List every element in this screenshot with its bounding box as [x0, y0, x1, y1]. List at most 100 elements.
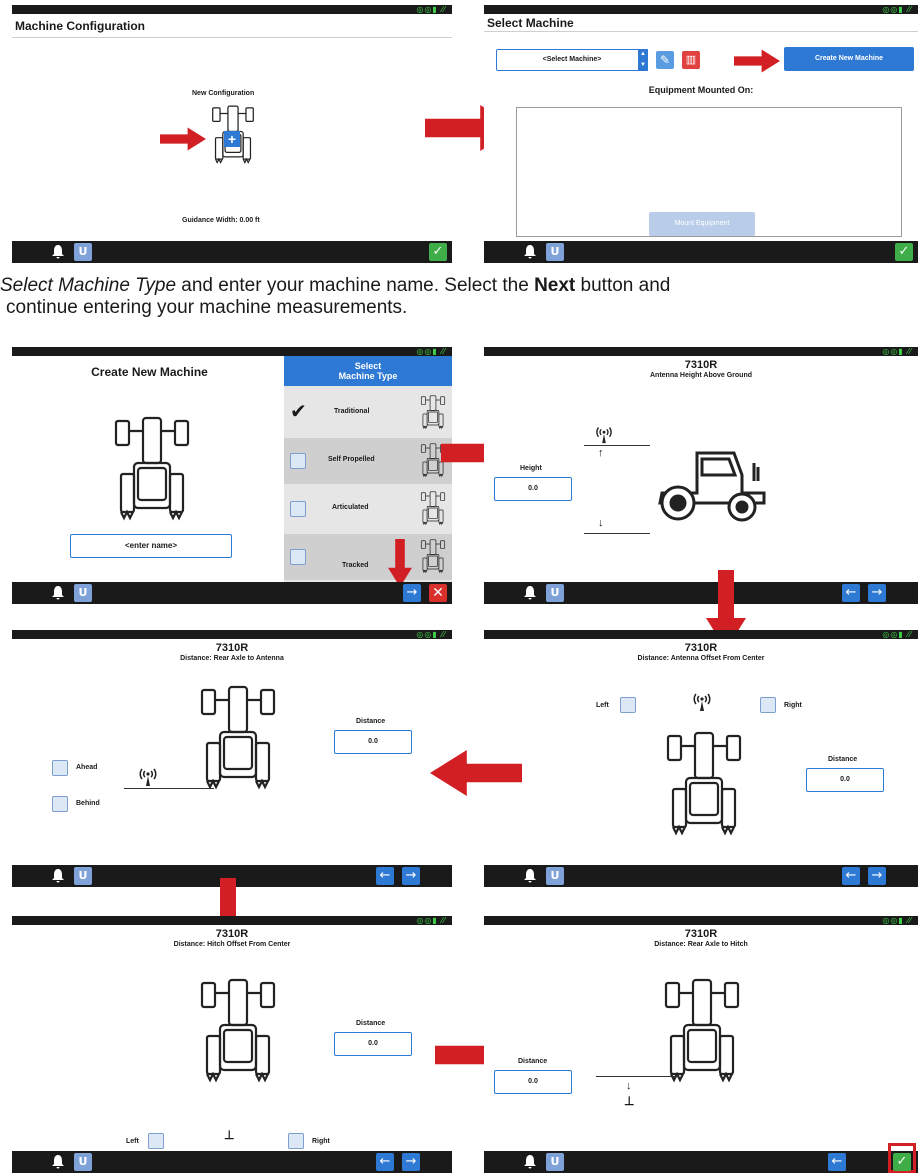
behind-checkbox[interactable]: [52, 796, 68, 812]
red-arrow-icon: [428, 750, 524, 796]
machine-type-tracked[interactable]: Tracked: [284, 534, 452, 580]
arrow-left-icon[interactable]: ←: [828, 1153, 846, 1171]
bell-icon[interactable]: [50, 1154, 66, 1170]
ut-icon[interactable]: U: [74, 1153, 92, 1171]
measure-line: [596, 1076, 676, 1077]
bottom-toolbar: U ✓: [484, 241, 918, 263]
page-title: Create New Machine: [91, 365, 208, 379]
mount-equipment-button[interactable]: Mount Equipment: [649, 212, 755, 236]
machine-name-input[interactable]: <enter name>: [70, 534, 232, 558]
equipment-list[interactable]: Mount Equipment: [516, 107, 902, 237]
bell-icon[interactable]: [522, 1154, 538, 1170]
gps-status-icon: ◎◎▮ ⁄⁄: [882, 5, 912, 14]
bell-icon[interactable]: [50, 585, 66, 601]
arrow-right-icon[interactable]: →: [403, 584, 421, 602]
caption-text: and enter your machine name. Select the: [176, 275, 535, 296]
distance-input[interactable]: 0.0: [494, 1070, 572, 1094]
left-label: Left: [596, 702, 609, 709]
hitch-icon: ⊥: [224, 1128, 235, 1142]
ut-icon[interactable]: U: [546, 243, 564, 261]
machine-name: 7310R: [215, 642, 249, 654]
edit-icon[interactable]: ✎: [656, 51, 674, 69]
bottom-toolbar: U ← →: [484, 865, 918, 887]
machine-type-self-propelled[interactable]: Self Propelled: [284, 438, 452, 484]
status-bar: ◎◎▮ ⁄⁄: [12, 916, 452, 925]
page-subtitle: Distance: Rear Axle to Antenna: [180, 655, 284, 662]
check-icon[interactable]: ✓: [893, 1153, 911, 1171]
page-subtitle: Antenna Height Above Ground: [649, 372, 753, 379]
create-new-machine-button[interactable]: Create New Machine: [784, 47, 914, 71]
right-checkbox[interactable]: [760, 697, 776, 713]
machine-name: 7310R: [684, 642, 718, 654]
trash-icon[interactable]: ▥: [682, 51, 700, 69]
guidance-width-label: Guidance Width: 0.00 ft: [182, 217, 260, 224]
height-input[interactable]: 0.0: [494, 477, 572, 501]
type-label: Traditional: [334, 408, 370, 415]
gps-status-icon: ◎◎▮ ⁄⁄: [416, 916, 446, 925]
distance-input[interactable]: 0.0: [334, 1032, 412, 1056]
left-checkbox[interactable]: [620, 697, 636, 713]
distance-label: Distance: [518, 1058, 548, 1065]
ut-icon[interactable]: U: [74, 243, 92, 261]
arrow-right-icon[interactable]: →: [868, 867, 886, 885]
arrow-right-icon[interactable]: →: [868, 584, 886, 602]
arrow-left-icon[interactable]: ←: [376, 867, 394, 885]
machine-name: 7310R: [684, 359, 718, 371]
behind-label: Behind: [76, 800, 100, 807]
page-title: Machine Configuration: [12, 14, 452, 38]
screen-rear-axle-to-hitch: ◎◎▮ ⁄⁄ 7310R Distance: Rear Axle to Hitc…: [484, 916, 918, 1173]
left-label: Left: [126, 1138, 139, 1145]
caption-text-end: button and: [575, 275, 671, 296]
bell-icon[interactable]: [522, 868, 538, 884]
ut-icon[interactable]: U: [546, 584, 564, 602]
bell-icon[interactable]: [522, 244, 538, 260]
page-subtitle: Distance: Rear Axle to Hitch: [654, 941, 748, 948]
status-bar: ◎◎▮ ⁄⁄: [12, 5, 452, 14]
page-subtitle: Distance: Antenna Offset From Center: [637, 655, 765, 662]
arrow-left-icon[interactable]: ←: [376, 1153, 394, 1171]
distance-input[interactable]: 0.0: [806, 768, 884, 792]
checkbox[interactable]: [290, 453, 306, 469]
ut-icon[interactable]: U: [546, 1153, 564, 1171]
right-checkbox[interactable]: [288, 1133, 304, 1149]
page-title: Select Machine: [484, 14, 918, 32]
ahead-checkbox[interactable]: [52, 760, 68, 776]
machine-select[interactable]: <Select Machine> ▲ ▼: [496, 49, 648, 71]
hitch-icon: ⊥: [624, 1094, 635, 1108]
bell-icon[interactable]: [50, 244, 66, 260]
machine-type-articulated[interactable]: Articulated: [284, 486, 452, 532]
distance-input[interactable]: 0.0: [334, 730, 412, 754]
left-checkbox[interactable]: [148, 1133, 164, 1149]
checkbox[interactable]: [290, 549, 306, 565]
machine-select-value: <Select Machine>: [542, 56, 602, 63]
arrow-right-icon[interactable]: →: [402, 867, 420, 885]
arrow-down-icon: ↓: [598, 517, 604, 529]
machine-type-header: Select Machine Type: [284, 356, 452, 386]
arrow-left-icon[interactable]: ←: [842, 584, 860, 602]
bell-icon[interactable]: [50, 868, 66, 884]
check-icon[interactable]: ✓: [895, 243, 913, 261]
new-configuration-button[interactable]: +: [210, 105, 256, 167]
check-icon[interactable]: ✓: [429, 243, 447, 261]
ut-icon[interactable]: U: [546, 867, 564, 885]
spinner-icon[interactable]: ▲ ▼: [638, 49, 648, 71]
distance-label: Distance: [828, 756, 858, 763]
tractor-side-icon: [642, 445, 772, 525]
arrow-right-icon[interactable]: →: [402, 1153, 420, 1171]
tractor-icon: [420, 395, 446, 431]
distance-label: Distance: [356, 718, 386, 725]
ut-icon[interactable]: U: [74, 584, 92, 602]
page-subtitle: Distance: Hitch Offset From Center: [173, 941, 291, 948]
bell-icon[interactable]: [522, 585, 538, 601]
gps-status-icon: ◎◎▮ ⁄⁄: [882, 630, 912, 639]
tractor-icon: [198, 670, 278, 810]
bottom-toolbar: U → ✕: [12, 582, 452, 604]
machine-type-traditional[interactable]: ✔ Traditional: [284, 390, 452, 436]
close-icon[interactable]: ✕: [429, 584, 447, 602]
bottom-toolbar: U ← →: [484, 582, 918, 604]
checkbox[interactable]: [290, 501, 306, 517]
ut-icon[interactable]: U: [74, 867, 92, 885]
tractor-icon: [198, 968, 278, 1098]
bottom-toolbar: U ✓: [12, 241, 452, 263]
arrow-left-icon[interactable]: ←: [842, 867, 860, 885]
